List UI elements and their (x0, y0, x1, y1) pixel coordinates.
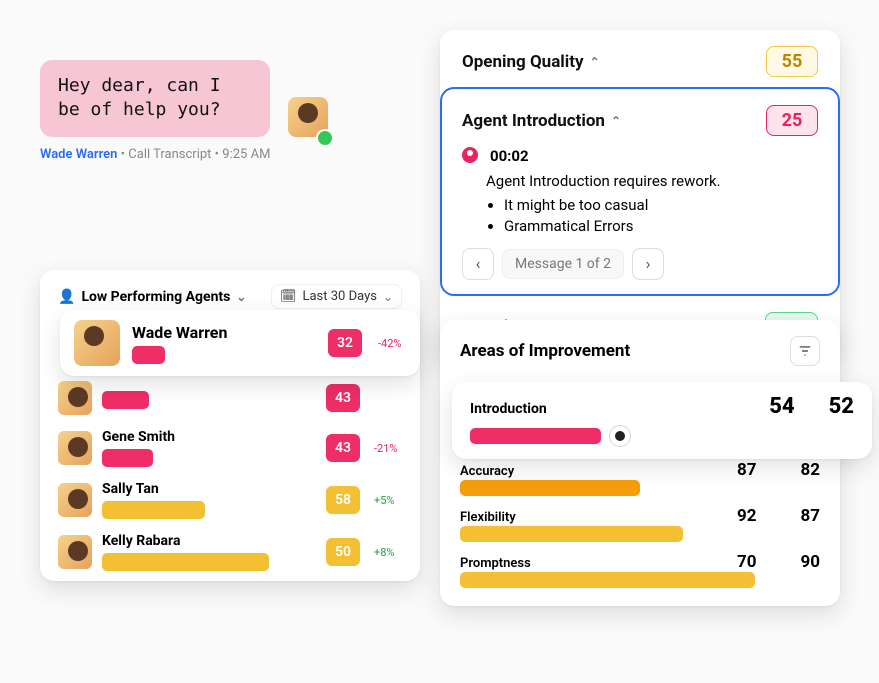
agent-name: Kelly Rabara (102, 533, 316, 549)
score-bar (102, 553, 269, 571)
chevron-up-icon: ⌃ (590, 55, 600, 69)
opening-quality-card: Opening Quality ⌃ 55 Agent Introduction … (440, 30, 840, 359)
agent-name: Gene Smith (102, 429, 316, 445)
chevron-up-icon[interactable]: ⌃ (611, 114, 621, 128)
metric-current: 92 (737, 506, 757, 526)
meta-label: Call Transcript (128, 147, 211, 162)
hint-timestamp: 00:02 (490, 147, 529, 165)
metric-row[interactable]: Flexibility 92 87 (460, 506, 820, 542)
agent-avatar (58, 535, 92, 569)
caller-name-link[interactable]: Wade Warren (40, 147, 117, 162)
agent-introduction-label: Agent Introduction (462, 111, 605, 131)
metric-row-featured[interactable]: Introduction 54 52 (452, 382, 872, 459)
agent-delta: -42% (378, 337, 406, 350)
agent-avatar (74, 320, 120, 366)
metric-bar (460, 480, 640, 496)
agent-avatar (58, 381, 92, 415)
agent-delta: +8% (374, 546, 402, 559)
transcript-meta: Wade Warren • Call Transcript • 9:25 AM (40, 147, 270, 162)
score-bar (102, 449, 153, 467)
metric-name: Promptness (460, 556, 531, 571)
metric-row[interactable]: Promptness 70 90 (460, 552, 820, 588)
opening-quality-label: Opening Quality (462, 52, 584, 72)
metric-previous: 87 (800, 506, 820, 526)
filter-button[interactable] (790, 336, 820, 366)
agent-row-featured[interactable]: Wade Warren 32 -42% (60, 310, 420, 376)
agent-row[interactable]: 43 (58, 381, 402, 415)
pager-label: Message 1 of 2 (502, 249, 624, 279)
agent-avatar (58, 483, 92, 517)
agent-row[interactable]: Kelly Rabara 50 +8% (58, 533, 402, 571)
opening-quality-row[interactable]: Opening Quality ⌃ 55 (440, 30, 840, 93)
agent-name: Wade Warren (132, 323, 316, 342)
agent-name: Sally Tan (102, 481, 316, 497)
areas-of-improvement-card: Areas of Improvement Current Previous Ac… (440, 320, 840, 606)
metric-bar (460, 572, 755, 588)
hint-body: Agent Introduction requires rework. It m… (486, 171, 818, 236)
person-icon: 👤 (58, 289, 75, 305)
chevron-down-icon: ⌄ (236, 290, 246, 304)
agent-delta: +5% (374, 494, 402, 507)
agent-score: 43 (326, 384, 360, 412)
message-bubble: Hey dear, can I be of help you? (40, 60, 270, 137)
metric-name: Flexibility (460, 510, 516, 525)
agent-delta: -21% (374, 442, 402, 455)
metric-name: Introduction (470, 401, 547, 417)
agent-score: 32 (328, 329, 362, 357)
metric-previous: 90 (800, 552, 820, 572)
metric-name: Accuracy (460, 464, 514, 479)
agent-introduction-card: Agent Introduction ⌃ 25 00:02 Agent Intr… (440, 87, 840, 296)
metric-bar (470, 428, 601, 444)
filter-icon (798, 344, 812, 358)
metric-current: 54 (769, 394, 794, 419)
caller-avatar-wrap (288, 97, 328, 141)
phone-icon (316, 129, 334, 147)
metric-current: 87 (737, 460, 757, 480)
lightbulb-icon (462, 147, 478, 163)
prev-button[interactable]: ‹ (462, 248, 494, 280)
meta-time: 9:25 AM (222, 147, 270, 162)
agent-avatar (58, 431, 92, 465)
transcript-snippet: Hey dear, can I be of help you? Wade War… (40, 60, 270, 162)
next-button[interactable]: › (632, 248, 664, 280)
metric-current: 70 (737, 552, 757, 572)
agent-score: 50 (326, 538, 360, 566)
score-bar (102, 391, 149, 409)
agents-title-dropdown[interactable]: 👤 Low Performing Agents ⌄ (58, 289, 246, 305)
date-range-dropdown[interactable]: 🗓 Last 30 Days ⌄ (271, 284, 402, 309)
metric-bar (460, 526, 683, 542)
message-pager: ‹ Message 1 of 2 › (462, 248, 818, 280)
agent-score: 58 (326, 486, 360, 514)
agent-introduction-score: 25 (766, 105, 818, 136)
metric-previous: 82 (800, 460, 820, 480)
agent-score: 43 (326, 434, 360, 462)
chevron-down-icon: ⌄ (383, 290, 393, 304)
score-bar (132, 346, 165, 364)
calendar-icon: 🗓 (280, 289, 297, 304)
improvement-title: Areas of Improvement (460, 341, 630, 361)
metric-row[interactable]: Accuracy 87 82 (460, 460, 820, 496)
opening-quality-score: 55 (766, 46, 818, 77)
score-bar (102, 501, 205, 519)
lightbulb-icon[interactable] (609, 425, 631, 447)
agent-row[interactable]: Gene Smith 43 -21% (58, 429, 402, 467)
agent-row[interactable]: Sally Tan 58 +5% (58, 481, 402, 519)
metric-previous: 52 (829, 394, 854, 419)
